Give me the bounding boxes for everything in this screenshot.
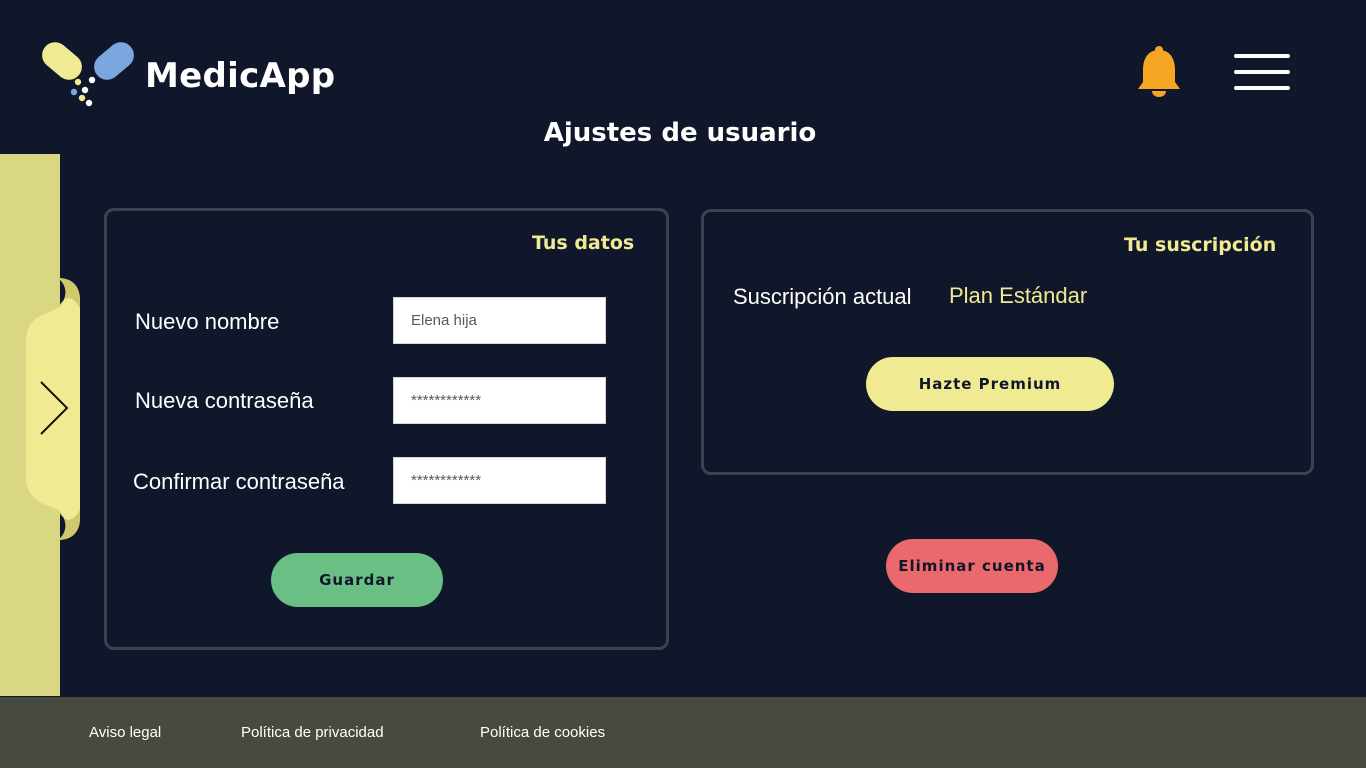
profile-card-heading: Tus datos <box>532 232 635 254</box>
footer: Aviso legal Política de privacidad Polít… <box>0 697 1366 768</box>
settings-page: MedicApp Ajustes de usuario Tus datos Nu… <box>0 0 1366 768</box>
footer-link-legal-notice[interactable]: Aviso legal <box>89 724 161 741</box>
footer-link-cookie-policy[interactable]: Política de cookies <box>480 724 605 741</box>
side-drawer-toggle[interactable] <box>24 278 82 540</box>
bell-icon[interactable] <box>1136 44 1182 100</box>
menu-line <box>1234 86 1290 90</box>
page-title: Ajustes de usuario <box>543 118 817 148</box>
new-password-label: Nueva contraseña <box>135 388 314 413</box>
pill-capsule-logo-icon <box>42 42 134 107</box>
app-name: MedicApp <box>145 56 336 96</box>
menu-line <box>1234 70 1290 74</box>
confirm-password-input[interactable] <box>393 457 606 504</box>
delete-account-button[interactable]: Eliminar cuenta <box>886 539 1058 593</box>
menu-line <box>1234 54 1290 58</box>
current-subscription-value: Plan Estándar <box>949 283 1088 308</box>
subscription-card-heading: Tu suscripción <box>1124 234 1277 256</box>
new-name-input[interactable] <box>393 297 606 344</box>
new-password-input[interactable] <box>393 377 606 424</box>
hamburger-menu-icon[interactable] <box>1234 52 1290 94</box>
app-logo[interactable]: MedicApp <box>42 38 342 110</box>
new-name-label: Nuevo nombre <box>135 309 280 334</box>
confirm-password-label: Confirmar contraseña <box>133 469 345 494</box>
go-premium-button[interactable]: Hazte Premium <box>866 357 1114 411</box>
footer-link-privacy-policy[interactable]: Política de privacidad <box>241 724 384 741</box>
current-subscription-label: Suscripción actual <box>733 284 912 309</box>
save-button[interactable]: Guardar <box>271 553 443 607</box>
